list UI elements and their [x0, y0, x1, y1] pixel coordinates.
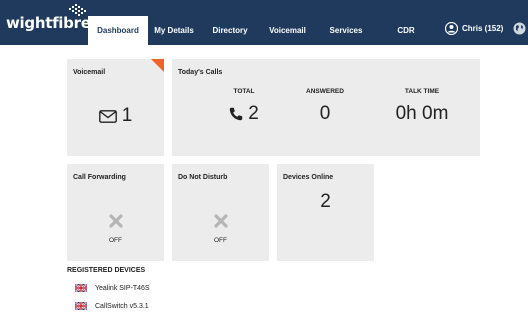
- voicemail-count: 1: [121, 105, 133, 126]
- user-icon: [445, 22, 458, 35]
- do-not-disturb-title: Do Not Disturb: [178, 174, 228, 181]
- uk-flag-icon: [75, 302, 87, 310]
- calls-talk-time-column: TALK TIME 0h 0m: [382, 88, 462, 125]
- disabled-x-icon: [108, 214, 123, 228]
- main-nav: Dashboard My Details Directory Voicemail…: [88, 16, 435, 45]
- call-forwarding-card[interactable]: Call Forwarding OFF: [67, 164, 164, 261]
- uk-flag-icon: [75, 284, 87, 292]
- device-name: CallSwitch v5.3.1: [95, 302, 149, 310]
- do-not-disturb-status: OFF: [214, 237, 227, 244]
- calls-talk-time-label: TALK TIME: [404, 88, 440, 95]
- tab-directory[interactable]: Directory: [200, 16, 260, 45]
- voicemail-card[interactable]: Voicemail 1: [67, 59, 164, 156]
- call-forwarding-status: OFF: [109, 237, 122, 244]
- calls-answered-column: ANSWERED 0: [285, 88, 365, 125]
- call-forwarding-title: Call Forwarding: [73, 174, 126, 181]
- do-not-disturb-card[interactable]: Do Not Disturb OFF: [172, 164, 269, 261]
- devices-online-card[interactable]: Devices Online 2: [277, 164, 374, 261]
- calls-answered-value: 0: [319, 103, 331, 124]
- calls-total-value: 2: [248, 103, 259, 124]
- top-navigation-bar: wightfibre Dashboard My Details Director…: [0, 0, 528, 45]
- tab-dashboard[interactable]: Dashboard: [88, 16, 148, 45]
- tab-my-details[interactable]: My Details: [148, 16, 200, 45]
- disabled-x-icon: [213, 214, 228, 228]
- tab-voicemail[interactable]: Voicemail: [260, 16, 315, 45]
- device-name: Yealink SIP-T46S: [95, 284, 150, 292]
- tab-services[interactable]: Services: [315, 16, 377, 45]
- wightfibre-logo[interactable]: wightfibre: [6, 4, 91, 40]
- globe-icon[interactable]: [513, 22, 526, 35]
- phone-icon: [230, 107, 243, 121]
- devices-online-title: Devices Online: [283, 174, 334, 181]
- voicemail-summary: 1: [67, 105, 164, 127]
- calls-total-label: TOTAL: [233, 88, 255, 95]
- todays-calls-card: Today's Calls TOTAL 2 ANSWERED 0 TALK TI…: [172, 59, 480, 156]
- calls-answered-label: ANSWERED: [306, 88, 344, 95]
- registered-devices-heading: REGISTERED DEVICES: [67, 267, 146, 274]
- registered-device-item: CallSwitch v5.3.1: [75, 302, 149, 310]
- voicemail-corner-flag: [151, 59, 164, 72]
- calls-total-column: TOTAL 2: [204, 88, 284, 125]
- registered-device-item: Yealink SIP-T46S: [75, 284, 150, 292]
- todays-calls-title: Today's Calls: [178, 69, 223, 76]
- envelope-icon: [98, 109, 117, 123]
- devices-online-value-wrap: 2: [277, 191, 374, 213]
- voicemail-card-title: Voicemail: [73, 69, 106, 76]
- user-label: Chris (152): [462, 24, 504, 33]
- user-menu[interactable]: Chris (152): [445, 22, 503, 35]
- devices-online-count: 2: [320, 191, 331, 212]
- tab-cdr[interactable]: CDR: [377, 16, 435, 45]
- calls-talk-time-value: 0h 0m: [395, 103, 449, 124]
